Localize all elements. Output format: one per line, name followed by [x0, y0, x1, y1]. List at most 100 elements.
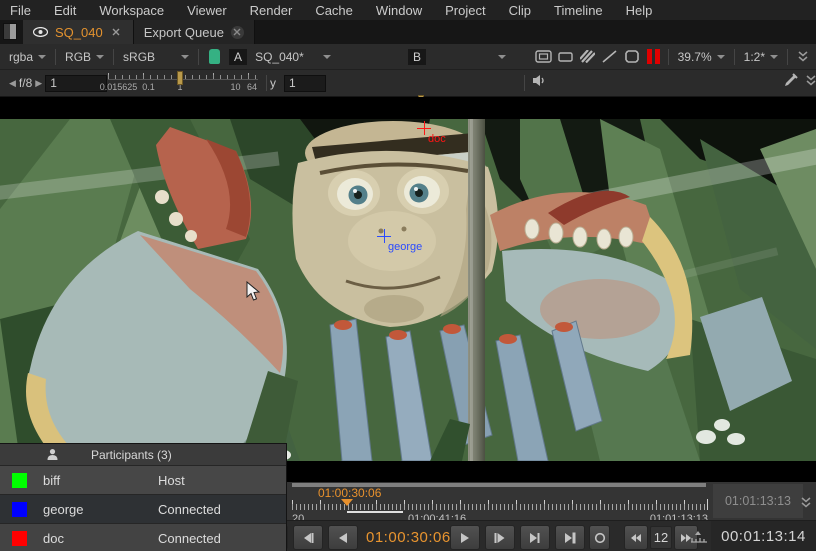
zoom-dropdown[interactable]: 39.7%: [673, 50, 730, 64]
loop-mode-button[interactable]: [589, 525, 610, 550]
menu-viewer[interactable]: Viewer: [187, 3, 227, 18]
chevron-down-icon: [38, 55, 46, 59]
participant-color-swatch: [12, 502, 27, 517]
participant-row-biff[interactable]: biff Host: [0, 465, 286, 494]
participants-title: Participants (3): [91, 448, 172, 462]
menu-project[interactable]: Project: [445, 3, 485, 18]
fps-display[interactable]: 12: [650, 526, 672, 549]
separator: [734, 49, 735, 65]
fstop-label: f/8: [19, 76, 32, 90]
participants-header[interactable]: Participants (3): [0, 444, 286, 465]
format-gate-icon[interactable]: [533, 47, 555, 67]
participant-color-swatch: [12, 531, 27, 546]
roi-icon[interactable]: [621, 47, 643, 67]
mouse-cursor: [246, 281, 261, 302]
tab-close-icon[interactable]: [110, 26, 123, 39]
out-timecode-box: 01:01:13:13: [713, 484, 803, 518]
participant-name: doc: [43, 531, 158, 546]
colorspace-dropdown[interactable]: sRGB: [118, 50, 194, 64]
menu-edit[interactable]: Edit: [54, 3, 76, 18]
a-buffer-badge[interactable]: A: [229, 49, 247, 65]
layer-dropdown[interactable]: RGB: [60, 50, 109, 64]
gain-slider-ticks: [108, 73, 258, 80]
tab-sq040[interactable]: SQ_040: [23, 20, 134, 44]
participants-icon: [46, 448, 59, 461]
tag-icon[interactable]: [209, 49, 220, 64]
gain-slider-handle[interactable]: [177, 71, 183, 85]
expand-chevrons-icon[interactable]: [800, 70, 816, 90]
tick-label: 0.1: [142, 82, 155, 92]
timeline-ruler[interactable]: [292, 499, 708, 510]
separator: [198, 49, 199, 65]
participant-status: Host: [158, 473, 185, 488]
separator: [113, 49, 114, 65]
current-timecode: 01:00:30:06: [366, 529, 451, 546]
nuke-studio-window: File Edit Workspace Viewer Render Cache …: [0, 0, 816, 551]
gamma-input[interactable]: [284, 75, 326, 92]
tick-label: 64: [247, 82, 257, 92]
a-clip-dropdown[interactable]: SQ_040*: [250, 50, 336, 64]
participant-status: Connected: [158, 531, 221, 546]
menu-cache[interactable]: Cache: [315, 3, 353, 18]
eyedropper-icon[interactable]: [780, 70, 802, 90]
tick-label: 0.015625: [100, 82, 138, 92]
b-buffer-badge[interactable]: B: [408, 49, 426, 65]
menu-file[interactable]: File: [10, 3, 31, 18]
gain-slider[interactable]: 0.015625 0.1 1 10 64: [108, 70, 258, 94]
fstop-decrement[interactable]: ◀: [9, 78, 16, 89]
chevron-down-icon: [770, 55, 778, 59]
duration-marker-icon[interactable]: [690, 530, 708, 548]
duration-timecode: 00:01:13:14: [711, 521, 816, 551]
b-clip-dropdown[interactable]: [429, 55, 511, 59]
pause-render-icon[interactable]: [647, 49, 660, 64]
gain-input[interactable]: [45, 75, 107, 92]
gamma-label: y: [270, 76, 276, 90]
fstop-increment[interactable]: ▶: [35, 78, 42, 89]
menu-workspace[interactable]: Workspace: [99, 3, 164, 18]
expand-chevrons-icon[interactable]: [792, 47, 814, 67]
decrease-fps-button[interactable]: [624, 525, 648, 550]
menu-window[interactable]: Window: [376, 3, 422, 18]
separator: [266, 75, 267, 91]
wipe-icon[interactable]: [577, 47, 599, 67]
a-clip-value: SQ_040*: [255, 50, 304, 64]
cached-range-bar: [347, 511, 403, 513]
play-button[interactable]: [450, 525, 480, 550]
tab-label: Export Queue: [144, 25, 224, 40]
volume-icon[interactable]: [528, 70, 550, 90]
participants-panel: Participants (3) biff Host george Connec…: [0, 443, 287, 551]
eye-icon: [33, 27, 48, 37]
chevron-down-icon: [181, 55, 189, 59]
menu-render[interactable]: Render: [250, 3, 293, 18]
goto-end-button[interactable]: [555, 525, 585, 550]
tick-label: 10: [230, 82, 240, 92]
playhead-marker[interactable]: [341, 499, 353, 506]
menu-timeline[interactable]: Timeline: [554, 3, 603, 18]
menu-clip[interactable]: Clip: [509, 3, 531, 18]
frame-forward-button[interactable]: [485, 525, 515, 550]
next-edit-button[interactable]: [520, 525, 550, 550]
chevron-down-icon: [323, 55, 331, 59]
expand-chevrons-icon[interactable]: [800, 496, 812, 514]
chevron-down-icon: [498, 55, 506, 59]
tab-export-queue[interactable]: Export Queue: [134, 20, 255, 44]
annotation-doc-label: doc: [428, 133, 446, 145]
viewer-canvas[interactable]: doc george: [0, 97, 816, 482]
separator: [55, 49, 56, 65]
frame-back-button[interactable]: [293, 525, 323, 550]
mask-overlay-icon[interactable]: [555, 47, 577, 67]
tab-close-icon[interactable]: [231, 26, 244, 39]
proxy-dropdown[interactable]: 1:2*: [739, 50, 783, 64]
line-tool-icon[interactable]: [599, 47, 621, 67]
participant-color-swatch: [12, 473, 27, 488]
participant-row-doc[interactable]: doc Connected: [0, 523, 286, 551]
chevron-down-icon: [96, 55, 104, 59]
exposure-toolbar: ◀ f/8 ▶ 0.015625 0.1 1 10 64 y 0 0.1 1 2…: [0, 70, 816, 97]
participant-row-george[interactable]: george Connected: [0, 494, 286, 523]
playhead-timecode-label: 01:00:30:06: [318, 486, 381, 500]
play-backward-button[interactable]: [328, 525, 358, 550]
channels-dropdown[interactable]: rgba: [4, 50, 51, 64]
pane-layout-icon[interactable]: [3, 23, 17, 40]
menu-help[interactable]: Help: [626, 3, 653, 18]
separator: [668, 49, 669, 65]
